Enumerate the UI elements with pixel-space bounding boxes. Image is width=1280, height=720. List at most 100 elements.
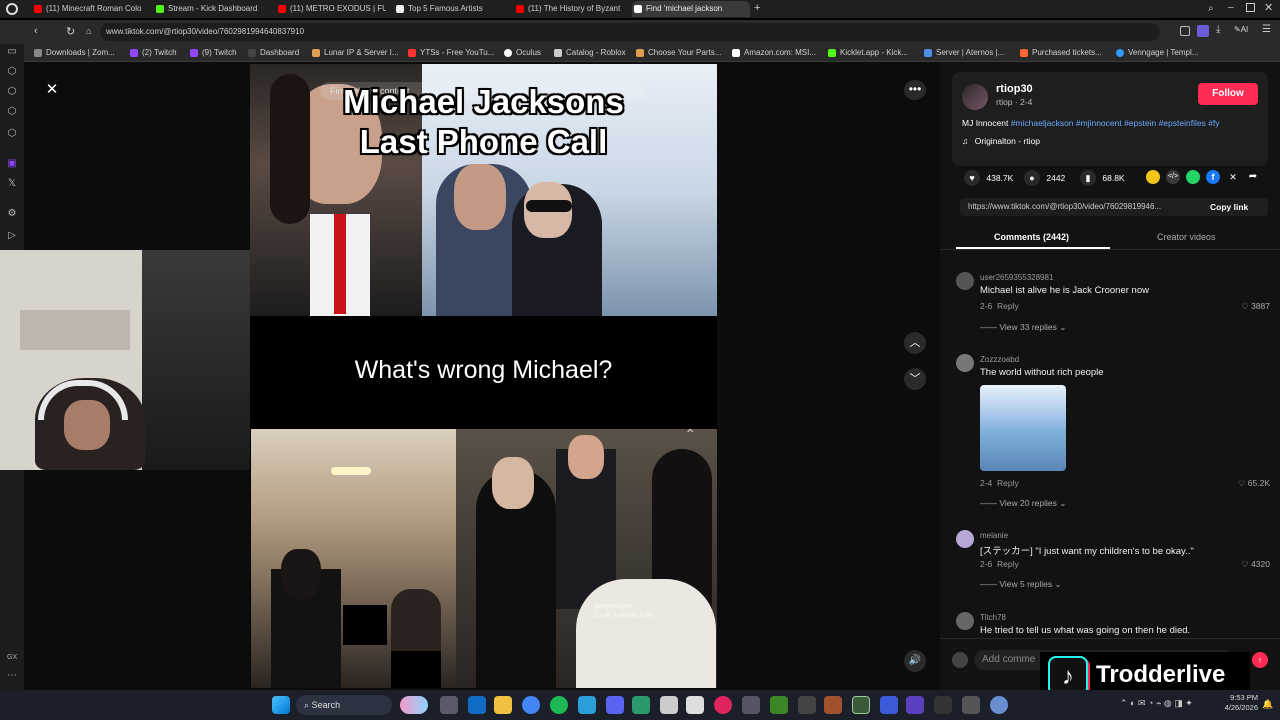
forward-icon[interactable]: ➦ [1246, 170, 1260, 184]
save-button[interactable]: ▮ 68.8K [1080, 170, 1125, 186]
minecraft-icon[interactable] [770, 696, 788, 714]
app-icon[interactable] [990, 696, 1008, 714]
app-icon[interactable] [714, 696, 732, 714]
avatar[interactable] [956, 354, 974, 372]
bookmark-item[interactable]: Downloads | Zom... [34, 46, 115, 60]
widgets-icon[interactable] [400, 696, 428, 714]
settings-icon[interactable]: ⚙ [6, 208, 18, 220]
comment-like[interactable]: ♡ 4320 [1241, 559, 1270, 570]
back-icon[interactable]: ‹ [34, 25, 38, 37]
app-icon[interactable] [798, 696, 816, 714]
notification-icon[interactable]: 🔔 [1262, 699, 1273, 710]
x-icon[interactable]: 𝕏 [6, 178, 18, 190]
avatar[interactable] [956, 272, 974, 290]
player-icon[interactable]: ▷ [6, 230, 18, 242]
reply-button[interactable]: Reply [997, 301, 1019, 311]
copy-link-button[interactable]: Copy link [1210, 202, 1248, 212]
browser-tab[interactable]: (11) Minecraft Roman Colo [32, 1, 150, 17]
send-comment-button[interactable]: ↑ [1252, 652, 1268, 668]
app-icon[interactable] [824, 696, 842, 714]
facebook-icon[interactable]: f [1206, 170, 1220, 184]
embed-icon[interactable]: </> [1166, 170, 1180, 184]
comment-username[interactable]: melanie [980, 531, 1008, 540]
avatar[interactable] [956, 612, 974, 630]
app-icon[interactable] [852, 696, 870, 714]
avatar[interactable] [956, 530, 974, 548]
comment-button[interactable]: ● 2442 [1024, 170, 1065, 186]
volume-button[interactable]: 🔊 [904, 650, 926, 672]
author-username[interactable]: rtiop30 [996, 83, 1033, 95]
share-coin-icon[interactable] [1146, 170, 1160, 184]
download-icon[interactable]: ⤓ [1216, 24, 1220, 35]
comment-like[interactable]: ♡ 3887 [1241, 301, 1270, 312]
discord-icon[interactable] [606, 696, 624, 714]
bookmark-item[interactable]: Purchased tickets... [1020, 46, 1102, 60]
app-icon[interactable]: ⬡ [6, 106, 18, 118]
ai-icon[interactable]: ✎AI [1234, 25, 1248, 34]
app-icon[interactable] [468, 696, 486, 714]
bookmark-item[interactable]: Server | Aternos |... [924, 46, 1004, 60]
maximize-button[interactable] [1246, 3, 1255, 12]
app-icon[interactable]: ⬡ [6, 66, 18, 78]
edge-icon[interactable] [578, 696, 596, 714]
author-avatar[interactable] [962, 84, 988, 110]
chrome-icon[interactable] [522, 696, 540, 714]
menu-icon[interactable]: ☰ [1262, 24, 1271, 35]
profile-icon[interactable] [1197, 25, 1209, 37]
app-icon[interactable] [742, 696, 760, 714]
browser-tab[interactable]: Stream - Kick Dashboard [154, 1, 272, 17]
view-replies-button[interactable]: —— View 33 replies ⌄ [980, 322, 1066, 333]
comment-username[interactable]: user2659355328981 [980, 273, 1053, 282]
browser-tab[interactable]: (11) The History of Byzant [514, 1, 626, 17]
more-icon[interactable]: ⋯ [6, 670, 18, 682]
bookmark-item[interactable]: Choose Your Parts... [636, 46, 721, 60]
browser-tab[interactable]: (11) METRO EXODUS | FU [276, 1, 386, 17]
app-icon[interactable]: ⬡ [6, 128, 18, 140]
extensions-icon[interactable] [1180, 26, 1190, 36]
bookmark-item[interactable]: YTSs - Free YouTu... [408, 46, 494, 60]
tab-creator-videos[interactable]: Creator videos [1157, 232, 1216, 242]
new-tab-button[interactable]: + [754, 2, 760, 14]
comment-username[interactable]: Zozzzoabd [980, 355, 1019, 364]
comment-like[interactable]: ♡ 65.2K [1238, 478, 1270, 489]
close-window-button[interactable]: ✕ [1264, 1, 1273, 14]
next-video-button[interactable]: ﹀ [904, 368, 926, 390]
bookmark-item[interactable]: Catalog - Roblox [554, 46, 626, 60]
app-icon[interactable] [962, 696, 980, 714]
minimize-button[interactable]: – [1228, 2, 1234, 13]
bookmark-item[interactable]: Kicklet.app - Kick... [828, 46, 908, 60]
prev-video-button[interactable]: ︿ [904, 332, 926, 354]
app-icon[interactable] [632, 696, 650, 714]
file-explorer-icon[interactable] [494, 696, 512, 714]
tab-comments[interactable]: Comments (2442) [994, 232, 1069, 242]
bookmark-item[interactable]: (9) Twitch [190, 46, 237, 60]
view-replies-button[interactable]: —— View 20 replies ⌄ [980, 498, 1066, 509]
tray-icons[interactable]: ⌃ ◐ ✉ ◔ ⌁ ◍ ◨ ✦ [1120, 698, 1193, 709]
search-tabs-icon[interactable]: ⌕ [1208, 3, 1214, 14]
app-icon[interactable] [906, 696, 924, 714]
twitch-icon[interactable]: ▣ [6, 158, 18, 170]
bookmark-item[interactable]: Dashboard [248, 46, 299, 60]
bookmark-item[interactable]: Venngage | Templ... [1116, 46, 1198, 60]
x-share-icon[interactable]: ✕ [1226, 170, 1240, 184]
browser-tab[interactable]: Top 5 Famous Artists [394, 1, 510, 17]
reload-icon[interactable]: ↻ [66, 25, 75, 38]
spotify-icon[interactable] [550, 696, 568, 714]
bookmark-item[interactable]: (2) Twitch [130, 46, 177, 60]
comment-image[interactable] [980, 385, 1066, 471]
app-icon[interactable]: ⬡ [6, 86, 18, 98]
reply-button[interactable]: Reply [997, 559, 1019, 569]
follow-button[interactable]: Follow [1198, 83, 1258, 105]
app-icon[interactable] [934, 696, 952, 714]
bookmark-item[interactable]: Oculus [504, 46, 541, 60]
whatsapp-icon[interactable] [1186, 170, 1200, 184]
sound-link[interactable]: ♫ Originalton - rtiop [962, 136, 1040, 146]
reply-button[interactable]: Reply [997, 478, 1019, 488]
tiktok-video[interactable]: Find related content Michael Jacksons La… [250, 64, 717, 688]
app-icon[interactable] [660, 696, 678, 714]
clock[interactable]: 9:53 PM 4/26/2026 [1214, 693, 1258, 713]
comment-username[interactable]: Titch78 [980, 613, 1006, 622]
bookmark-item[interactable]: Amazon.com: MSI... [732, 46, 816, 60]
close-video-button[interactable]: ✕ [42, 80, 62, 100]
view-replies-button[interactable]: —— View 5 replies ⌄ [980, 579, 1062, 590]
